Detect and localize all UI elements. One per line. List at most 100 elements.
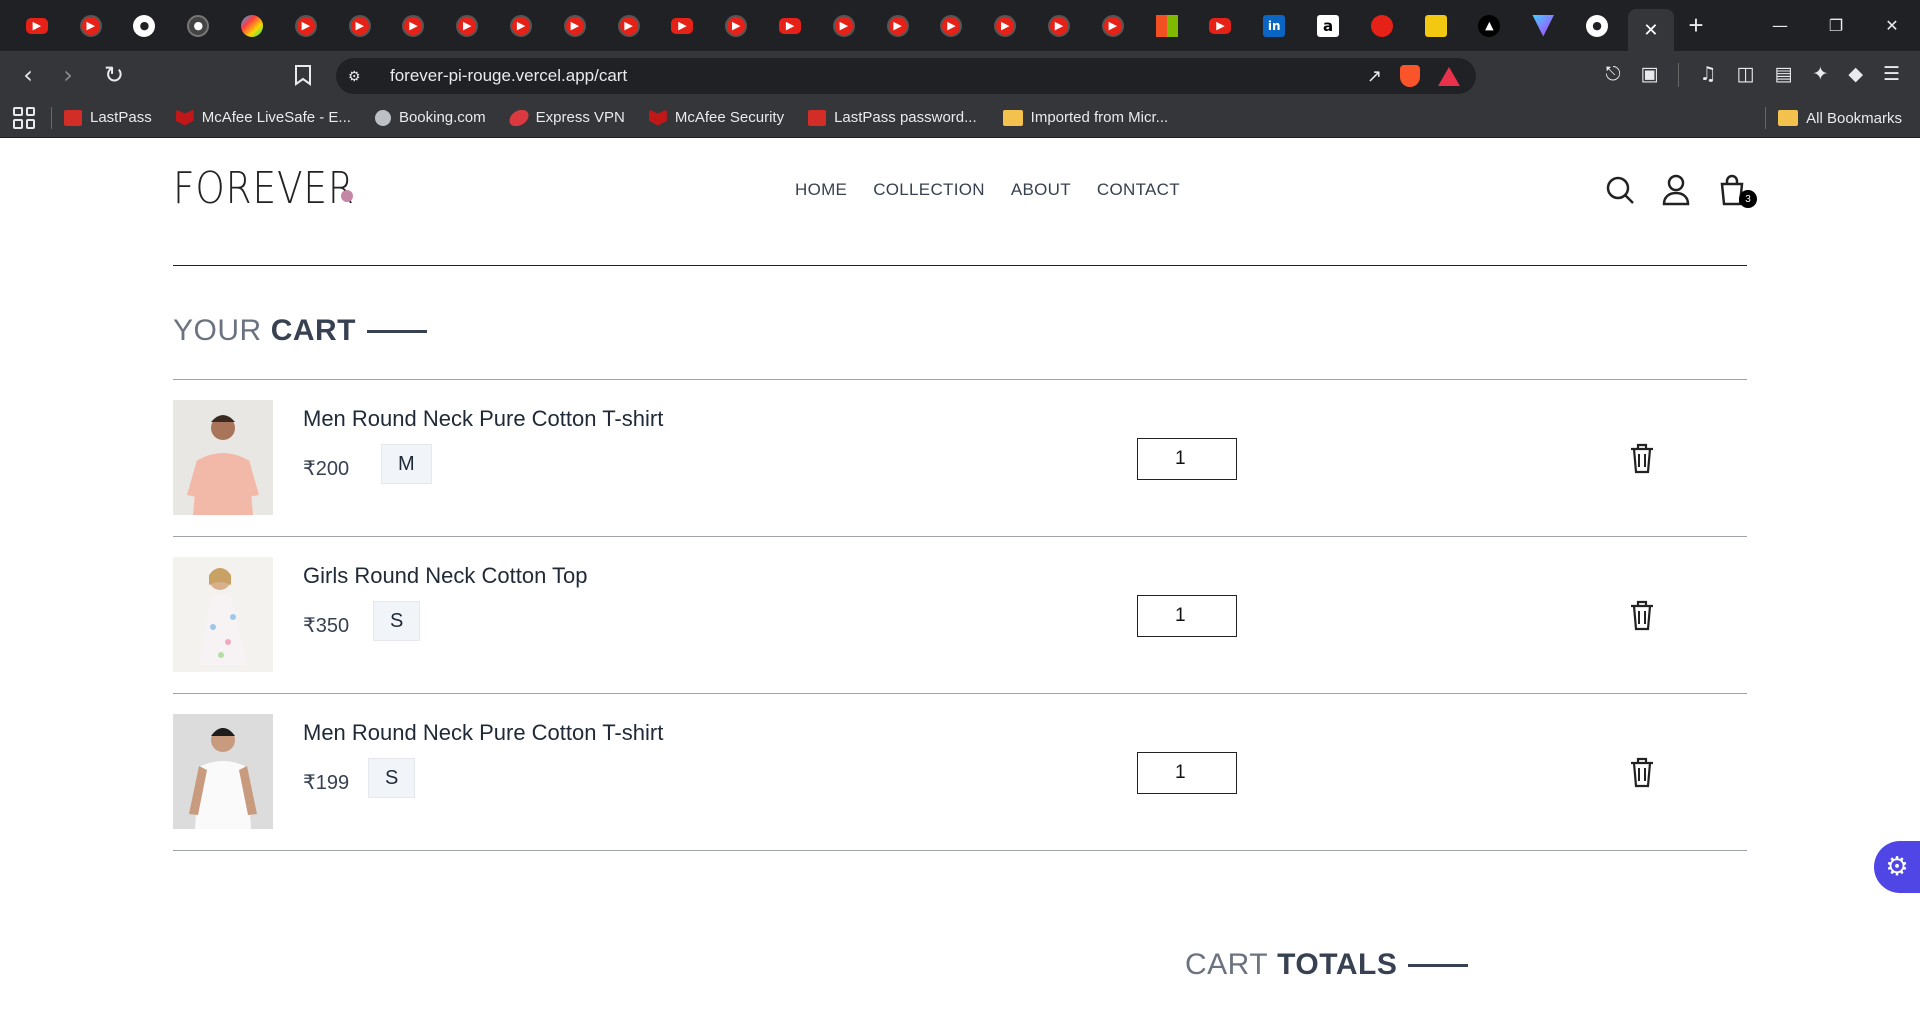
browser-tab[interactable] bbox=[1516, 0, 1570, 51]
browser-tab[interactable]: ▶ bbox=[763, 0, 817, 51]
active-browser-tab[interactable]: ✕ bbox=[1627, 9, 1674, 51]
amazon-icon: a bbox=[1317, 14, 1340, 37]
product-image[interactable] bbox=[173, 557, 273, 672]
youtube-circle-icon: ▶ bbox=[832, 14, 855, 37]
bookmark-item[interactable]: Booking.com bbox=[374, 109, 486, 126]
nav-link-contact[interactable]: CONTACT bbox=[1097, 180, 1180, 200]
browser-tab[interactable]: ● bbox=[1570, 0, 1624, 51]
folder-icon bbox=[1778, 110, 1799, 126]
youtube-circle-icon: ▶ bbox=[886, 14, 909, 37]
browser-tab[interactable]: in bbox=[1247, 0, 1301, 51]
vite-icon bbox=[1532, 14, 1555, 37]
wallet-icon[interactable]: ▤ bbox=[1774, 63, 1792, 87]
browser-tab[interactable]: ▶ bbox=[978, 0, 1032, 51]
quantity-input[interactable]: 1 bbox=[1137, 752, 1237, 794]
browser-tab[interactable]: ▶ bbox=[1032, 0, 1086, 51]
browser-tab[interactable]: ▶ bbox=[1086, 0, 1140, 51]
cart-button[interactable]: 3 bbox=[1717, 174, 1757, 208]
trash-icon[interactable] bbox=[1628, 599, 1656, 631]
browser-tab[interactable]: ▶ bbox=[602, 0, 656, 51]
site-info-icon[interactable]: ⚙ bbox=[348, 68, 370, 85]
settings-gear-icon[interactable]: ⚙ bbox=[1874, 841, 1920, 893]
browser-tab[interactable]: a bbox=[1301, 0, 1355, 51]
forward-button[interactable]: › bbox=[50, 57, 86, 93]
brave-rewards-icon[interactable] bbox=[1438, 66, 1460, 86]
bookmark-label: Imported from Micr... bbox=[1030, 109, 1169, 126]
browser-tab[interactable]: ▶ bbox=[494, 0, 548, 51]
share-icon[interactable]: ↗ bbox=[1367, 66, 1382, 87]
browser-tab[interactable]: ▶ bbox=[925, 0, 979, 51]
browser-tab[interactable] bbox=[1355, 0, 1409, 51]
totals-title-bold: TOTALS bbox=[1277, 948, 1398, 981]
window-close-icon[interactable]: ✕ bbox=[1864, 0, 1920, 51]
quantity-input[interactable]: 1 bbox=[1137, 595, 1237, 637]
quantity-input[interactable]: 1 bbox=[1137, 438, 1237, 480]
browser-tab[interactable]: ▶ bbox=[64, 0, 118, 51]
sidebar-icon[interactable]: ◫ bbox=[1737, 63, 1755, 87]
browser-tab[interactable] bbox=[1140, 0, 1194, 51]
cart-title-light: YOUR bbox=[173, 314, 262, 347]
trash-icon[interactable] bbox=[1628, 756, 1656, 788]
browser-tab[interactable]: ▶ bbox=[871, 0, 925, 51]
cart-title-bold: CART bbox=[270, 314, 357, 347]
browser-tab[interactable]: ▶ bbox=[10, 0, 64, 51]
bookmark-label: LastPass bbox=[90, 109, 152, 126]
search-icon[interactable] bbox=[1605, 174, 1635, 206]
minimize-icon[interactable]: — bbox=[1752, 0, 1808, 51]
reader-mode-icon[interactable]: ▣ bbox=[1641, 63, 1659, 87]
youtube-circle-icon: ▶ bbox=[294, 14, 317, 37]
browser-tab[interactable]: ▶ bbox=[333, 0, 387, 51]
bookmark-icon[interactable] bbox=[293, 64, 313, 86]
new-tab-button[interactable]: + bbox=[1674, 10, 1718, 41]
cart-item-row: Girls Round Neck Cotton Top ₹350 S 1 bbox=[173, 537, 1747, 694]
mcafee-icon bbox=[648, 109, 667, 126]
address-bar[interactable]: ⚙ forever-pi-rouge.vercel.app/cart ↗ bbox=[336, 58, 1476, 94]
all-bookmarks-button[interactable]: All Bookmarks bbox=[1765, 107, 1902, 129]
browser-tab[interactable]: ▶ bbox=[817, 0, 871, 51]
browser-tab[interactable] bbox=[225, 0, 279, 51]
extensions-icon[interactable]: ⎋ bbox=[1605, 63, 1620, 87]
menu-icon[interactable]: ☰ bbox=[1883, 63, 1900, 87]
bookmark-item[interactable]: McAfee LiveSafe - E... bbox=[175, 109, 351, 126]
trash-icon[interactable] bbox=[1628, 442, 1656, 474]
leo-ai-icon[interactable]: ✦ bbox=[1812, 63, 1828, 87]
browser-tab[interactable]: ▶ bbox=[440, 0, 494, 51]
bookmark-item[interactable]: LastPass password... bbox=[808, 109, 977, 126]
browser-tab[interactable]: ● bbox=[118, 0, 172, 51]
reload-button[interactable]: ↻ bbox=[96, 57, 132, 93]
vpn-icon[interactable]: ◆ bbox=[1848, 63, 1863, 87]
media-icon[interactable]: ♫ bbox=[1699, 63, 1716, 87]
nav-link-home[interactable]: HOME bbox=[795, 180, 847, 200]
product-image[interactable] bbox=[173, 400, 273, 515]
restore-icon[interactable]: ❐ bbox=[1808, 0, 1864, 51]
totals-title-light: CART bbox=[1185, 948, 1269, 981]
bookmark-item[interactable]: Express VPN bbox=[506, 109, 625, 126]
site-logo[interactable]: FOREVER bbox=[173, 163, 355, 214]
bookmark-item[interactable]: Imported from Micr... bbox=[1002, 109, 1169, 126]
close-icon[interactable]: ✕ bbox=[1643, 20, 1658, 41]
browser-tab[interactable]: ▲ bbox=[1463, 0, 1517, 51]
profile-icon[interactable] bbox=[1661, 174, 1691, 206]
browser-tab[interactable]: ▶ bbox=[709, 0, 763, 51]
browser-tab[interactable] bbox=[1409, 0, 1463, 51]
youtube-circle-icon: ▶ bbox=[940, 14, 963, 37]
browser-tab[interactable]: ▶ bbox=[279, 0, 333, 51]
product-image[interactable] bbox=[173, 714, 273, 829]
youtube-icon: ▶ bbox=[671, 17, 694, 34]
apps-grid-icon[interactable] bbox=[13, 106, 35, 129]
browser-tab[interactable]: ▶ bbox=[387, 0, 441, 51]
brave-shields-icon[interactable] bbox=[1400, 65, 1420, 87]
browser-tab[interactable]: ▶ bbox=[656, 0, 710, 51]
browser-tab[interactable]: ● bbox=[171, 0, 225, 51]
bookmark-item[interactable]: LastPass bbox=[64, 109, 152, 126]
bookmark-item[interactable]: McAfee Security bbox=[648, 109, 784, 126]
back-button[interactable]: ‹ bbox=[10, 57, 46, 93]
nav-link-collection[interactable]: COLLECTION bbox=[873, 180, 985, 200]
browser-tab[interactable]: ▶ bbox=[1194, 0, 1248, 51]
url-text[interactable]: forever-pi-rouge.vercel.app/cart bbox=[390, 66, 627, 86]
size-badge: M bbox=[381, 444, 432, 484]
cart-item-list: Men Round Neck Pure Cotton T-shirt ₹200 M 1… bbox=[173, 379, 1747, 851]
browser-tab[interactable]: ▶ bbox=[548, 0, 602, 51]
youtube-circle-icon: ▶ bbox=[617, 14, 640, 37]
nav-link-about[interactable]: ABOUT bbox=[1011, 180, 1071, 200]
